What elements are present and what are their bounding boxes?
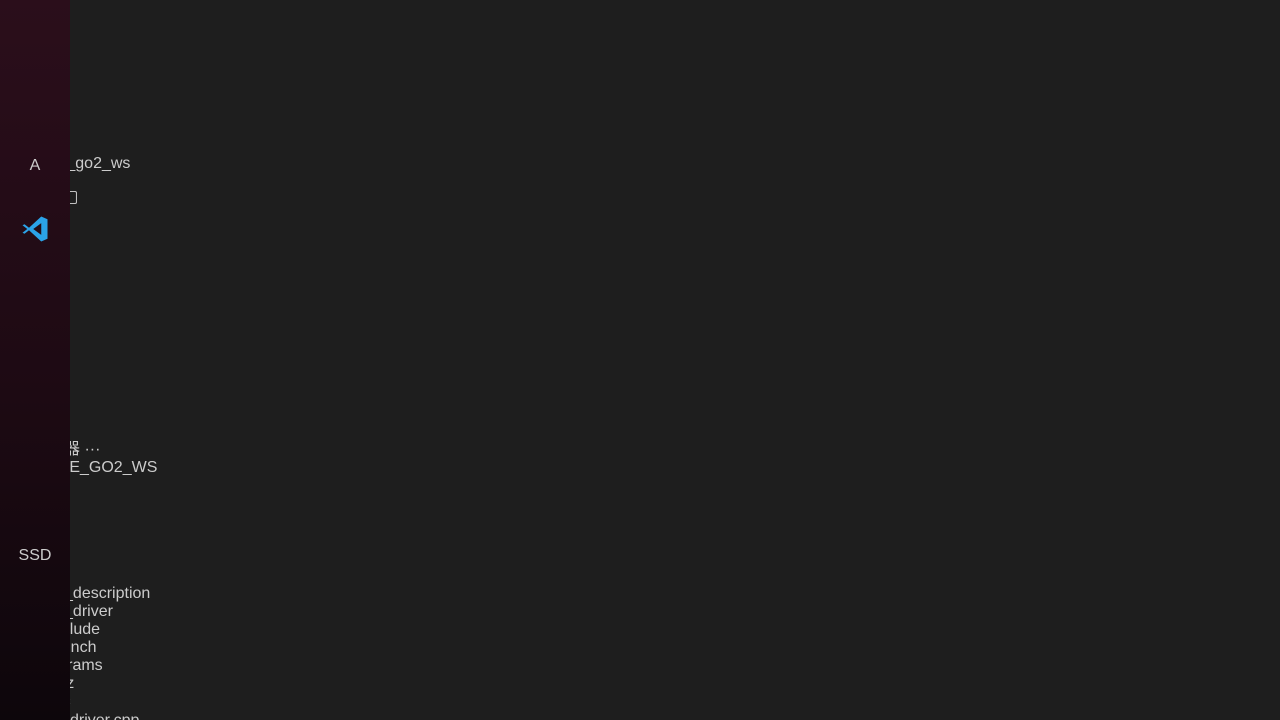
source-control-icon[interactable]	[0, 279, 1280, 305]
tree-folder-go2_driver[interactable]: ›go2_driver	[0, 603, 1280, 621]
vscode-window: 文件(F)编辑(E)选择(S)查看(V)··· ← → unitree_go2_…	[0, 0, 1280, 720]
command-center-search[interactable]: unitree_go2_ws	[0, 155, 1280, 173]
menu-···[interactable]: ···	[0, 119, 1280, 137]
ssd-drive-icon[interactable]: SSD	[13, 534, 57, 578]
app-dim-icon[interactable]	[13, 599, 57, 643]
menu-编辑(E)[interactable]: 编辑(E)	[0, 47, 1280, 71]
explorer-icon[interactable]	[0, 227, 1280, 253]
tree-folder-log[interactable]: ›log	[0, 531, 1280, 549]
main-area: 1 资源管理器 ··· › UNITREE_GO2_WS ›.vscode›bu…	[0, 227, 1280, 720]
sidebar-header: 资源管理器 ···	[0, 435, 1280, 459]
desktop-dock: A SSD	[0, 0, 70, 720]
app-circle-2-icon[interactable]	[13, 404, 57, 448]
screen: ASSD 文件(F)编辑(E)选择(S)查看(V)··· ← → unitree…	[0, 0, 1280, 720]
app-circle-3-icon[interactable]	[13, 469, 57, 513]
menu-bar: 文件(F)编辑(E)选择(S)查看(V)···	[0, 23, 1280, 137]
menu-查看(V)[interactable]: 查看(V)	[0, 95, 1280, 119]
history-nav: ← →	[0, 137, 1280, 155]
menu-文件(F)[interactable]: 文件(F)	[0, 23, 1280, 47]
extensions-icon[interactable]	[0, 331, 1280, 357]
workspace-header[interactable]: › UNITREE_GO2_WS	[0, 459, 1280, 477]
tree-folder-rviz[interactable]: ›rviz	[0, 675, 1280, 693]
settings-icon[interactable]: 1	[0, 409, 1280, 435]
explorer-sidebar: 资源管理器 ··· › UNITREE_GO2_WS ›.vscode›buil…	[0, 435, 1280, 720]
activity-bar: 1	[0, 227, 1280, 435]
activity-bar-top	[0, 227, 1280, 383]
run-debug-icon[interactable]	[0, 305, 1280, 331]
tree-folder-build[interactable]: ›build	[0, 495, 1280, 513]
app-circle-1-icon[interactable]	[13, 339, 57, 383]
tree-folder-src[interactable]: ›src	[0, 549, 1280, 567]
recorder-app-icon[interactable]	[13, 274, 57, 318]
tree-folder-include[interactable]: ›include	[0, 621, 1280, 639]
ubuntu-software-icon[interactable]: A	[13, 144, 57, 188]
tree-folder-go2_description[interactable]: ›go2_description	[0, 585, 1280, 603]
search-icon[interactable]	[0, 253, 1280, 279]
titlebar: 文件(F)编辑(E)选择(S)查看(V)··· ← → unitree_go2_…	[0, 0, 1280, 227]
files-app-icon[interactable]	[13, 79, 57, 123]
tree-folder-src[interactable]: ›src	[0, 693, 1280, 711]
tree-folder-install[interactable]: ›install	[0, 513, 1280, 531]
window-controls: ×	[0, 209, 1280, 227]
menu-选择(S)[interactable]: 选择(S)	[0, 71, 1280, 95]
firefox-icon[interactable]	[13, 14, 57, 58]
vscode-icon[interactable]	[13, 209, 57, 253]
tree-file-driver.cpp[interactable]: C++driver.cpp	[0, 711, 1280, 720]
tree-folder-params[interactable]: ›params	[0, 657, 1280, 675]
file-tree: ›.vscode›build›install›log›src›base›go2_…	[0, 477, 1280, 720]
sidebar-actions-icon[interactable]: ···	[84, 441, 100, 458]
testing-icon[interactable]	[0, 357, 1280, 383]
activity-bar-bottom: 1	[0, 383, 1280, 435]
tree-item-label: driver.cpp	[70, 712, 139, 720]
tree-folder-launch[interactable]: ›launch	[0, 639, 1280, 657]
show-applications-icon[interactable]	[13, 664, 57, 708]
layout-controls	[0, 190, 1280, 209]
account-icon[interactable]	[0, 383, 1280, 409]
tree-folder-base[interactable]: ›base	[0, 567, 1280, 585]
tree-folder-.vscode[interactable]: ›.vscode	[0, 477, 1280, 495]
